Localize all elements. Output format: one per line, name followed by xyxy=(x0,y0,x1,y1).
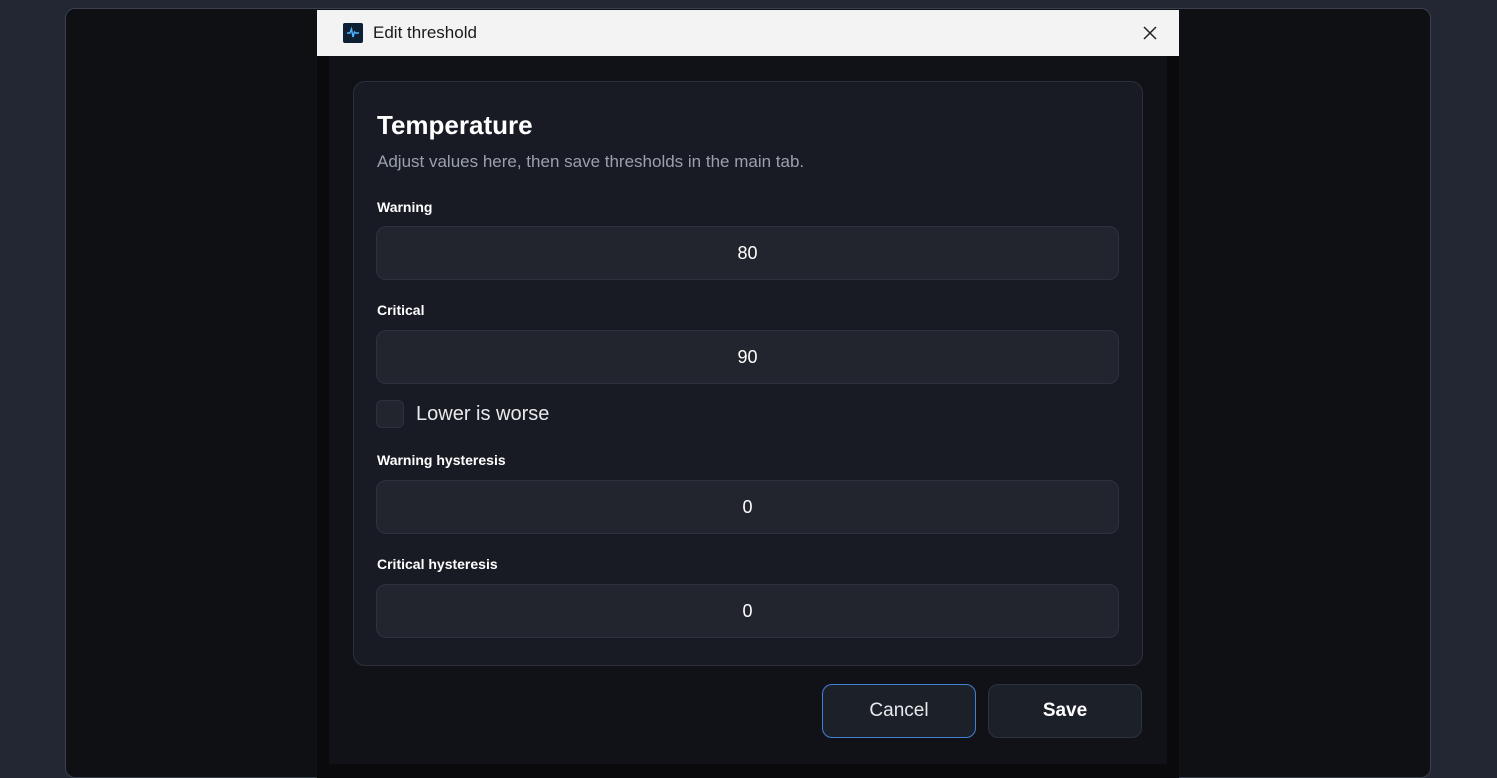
checkbox-box[interactable] xyxy=(376,400,404,428)
dialog-body: Temperature Adjust values here, then sav… xyxy=(329,56,1167,764)
threshold-card: Temperature Adjust values here, then sav… xyxy=(353,81,1143,666)
dialog-titlebar: Edit threshold xyxy=(317,10,1179,56)
save-button[interactable]: Save xyxy=(988,684,1142,738)
critical-hysteresis-input[interactable] xyxy=(376,584,1119,638)
critical-label: Critical xyxy=(377,302,425,318)
warning-hysteresis-input[interactable] xyxy=(376,480,1119,534)
close-icon xyxy=(1143,26,1157,40)
card-subtitle: Adjust values here, then save thresholds… xyxy=(377,152,805,171)
app-logo-icon xyxy=(343,23,363,43)
critical-input[interactable] xyxy=(376,330,1119,384)
card-title: Temperature xyxy=(377,110,533,140)
lower-is-worse-label: Lower is worse xyxy=(416,402,550,425)
dialog-title: Edit threshold xyxy=(373,23,477,42)
cancel-button[interactable]: Cancel xyxy=(822,684,976,738)
warning-label: Warning xyxy=(377,199,433,215)
lower-is-worse-checkbox[interactable]: Lower is worse xyxy=(376,400,549,428)
warning-hysteresis-label: Warning hysteresis xyxy=(377,452,506,468)
warning-input[interactable] xyxy=(376,226,1119,280)
close-button[interactable] xyxy=(1133,16,1167,50)
edit-threshold-dialog: Edit threshold Temperature Adjust values… xyxy=(317,10,1179,778)
critical-hysteresis-label: Critical hysteresis xyxy=(377,556,498,572)
